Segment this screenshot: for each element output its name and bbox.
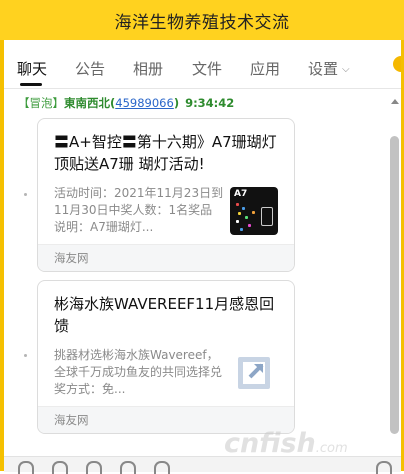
window-title: 海洋生物养殖技术交流 — [114, 12, 290, 33]
emoji-icon[interactable] — [18, 461, 34, 474]
font-icon[interactable] — [52, 461, 68, 474]
card-title: 彬海水族WAVEREEF11月感恩回馈 — [54, 295, 275, 335]
card-source: 海友网 — [54, 413, 89, 427]
card-source: 海友网 — [54, 251, 89, 265]
card-description: 活动时间：2021年11月23日到11月30日中奖人数：1名奖品说明：A7珊瑚灯… — [54, 186, 224, 234]
share-card[interactable]: 彬海水族WAVEREEF11月感恩回馈 挑器材选彬海水族Wavereef，全球千… — [37, 280, 295, 434]
message-header: 【冒泡】東南西北(45989066) 9:34:42 — [18, 96, 235, 110]
sender-qq-link[interactable]: 45989066 — [115, 96, 174, 110]
tab-settings[interactable]: 设置 ⌵ — [308, 58, 350, 79]
external-link-icon — [230, 349, 278, 397]
site-watermark: cnfish.com — [224, 428, 348, 459]
scroll-up-arrow-icon[interactable] — [391, 99, 399, 104]
tab-bar: 聊天 公告 相册 文件 应用 设置 ⌵ — [4, 46, 401, 89]
image-icon[interactable] — [86, 461, 102, 474]
card-footer: 海友网 — [38, 244, 294, 271]
scrollbar-thumb[interactable] — [390, 136, 399, 434]
window-frame-left — [0, 40, 4, 471]
a7-coral-lamp-thumbnail: A7 — [230, 187, 278, 235]
file-icon[interactable] — [154, 461, 170, 474]
sender-nickname[interactable]: 東南西北 — [64, 96, 110, 110]
card-title: 〓A+智控〓第十六期》A7珊瑚灯顶贴送A7珊 瑚灯活动! — [54, 133, 277, 173]
input-toolbar — [4, 456, 401, 474]
tab-files[interactable]: 文件 — [192, 58, 222, 79]
bubble-tag: 【冒泡】 — [18, 96, 64, 110]
message-bullet — [24, 354, 27, 357]
more-icon[interactable] — [376, 461, 392, 474]
tab-apps[interactable]: 应用 — [250, 58, 280, 79]
message-time: 9:34:42 — [185, 96, 235, 110]
tab-settings-label: 设置 — [308, 60, 339, 78]
message-bullet — [24, 193, 27, 196]
share-card[interactable]: 〓A+智控〓第十六期》A7珊瑚灯顶贴送A7珊 瑚灯活动! 活动时间：2021年1… — [37, 118, 295, 272]
active-tab-underline — [20, 83, 42, 86]
more-apps-icon[interactable] — [391, 56, 401, 74]
tab-chat[interactable]: 聊天 — [17, 58, 47, 79]
card-description: 挑器材选彬海水族Wavereef，全球千万成功鱼友的共同选择兑奖方式：免... — [54, 348, 223, 396]
tab-album[interactable]: 相册 — [133, 58, 163, 79]
screenshot-icon[interactable] — [120, 461, 136, 474]
tab-announcements[interactable]: 公告 — [75, 58, 105, 79]
title-bar: 海洋生物养殖技术交流 — [0, 0, 404, 40]
chevron-down-icon: ⌵ — [342, 64, 350, 75]
